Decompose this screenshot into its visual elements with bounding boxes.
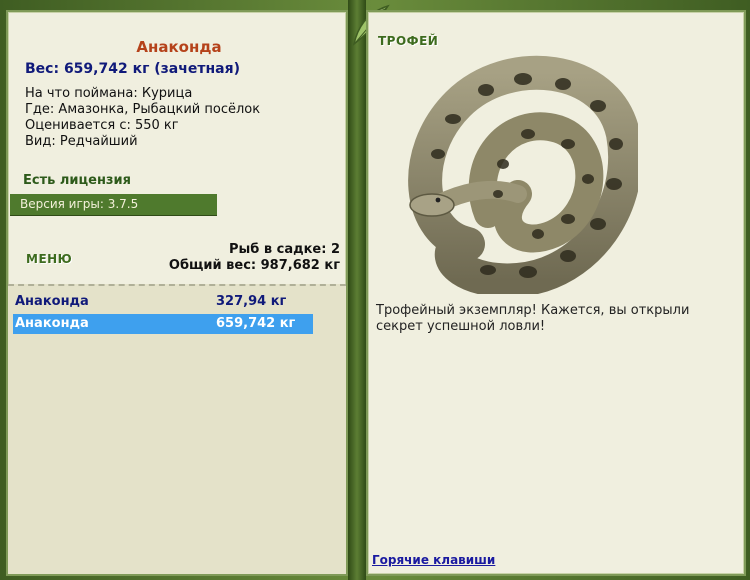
- version-bar: Версия игры: 3.7.5: [10, 194, 217, 216]
- keepnet-total-weight: Общий вес: 987,682 кг: [168, 258, 340, 273]
- license-status: Есть лицензия: [23, 173, 131, 188]
- hotkeys-link[interactable]: Горячие клавиши: [372, 553, 495, 567]
- catch-list-item[interactable]: Анаконда 327,94 кг: [13, 292, 313, 312]
- catch-item-name: Анаконда: [15, 294, 89, 309]
- trophy-description: Трофейный экземпляр! Кажется, вы открыли…: [376, 303, 690, 334]
- trophy-panel: ТРОФЕЙ Трофейный экземпляр! Кажется, вы …: [366, 10, 746, 576]
- fish-info-panel: Анаконда Вес: 659,742 кг (зачетная) На ч…: [6, 10, 348, 576]
- keepnet-count: Рыб в садке: 2: [228, 242, 340, 257]
- catch-item-name: Анаконда: [15, 316, 89, 331]
- fish-weight: Вес: 659,742 кг (зачетная): [25, 61, 240, 77]
- panel-divider: [348, 0, 366, 580]
- fish-name: Анаконда: [136, 38, 222, 56]
- fish-price: Оценивается с: 550 кг: [25, 118, 179, 133]
- fish-bait: На что поймана: Курица: [25, 86, 193, 101]
- catch-item-weight: 659,742 кг: [216, 316, 296, 331]
- catch-item-weight: 327,94 кг: [216, 294, 287, 309]
- catch-list-item-selected[interactable]: Анаконда 659,742 кг: [13, 314, 313, 334]
- anaconda-image: [408, 55, 638, 294]
- menu-button[interactable]: МЕНЮ: [26, 252, 72, 266]
- fish-place: Где: Амазонка, Рыбацкий посёлок: [25, 102, 261, 117]
- fish-kind: Вид: Редчайший: [25, 134, 138, 149]
